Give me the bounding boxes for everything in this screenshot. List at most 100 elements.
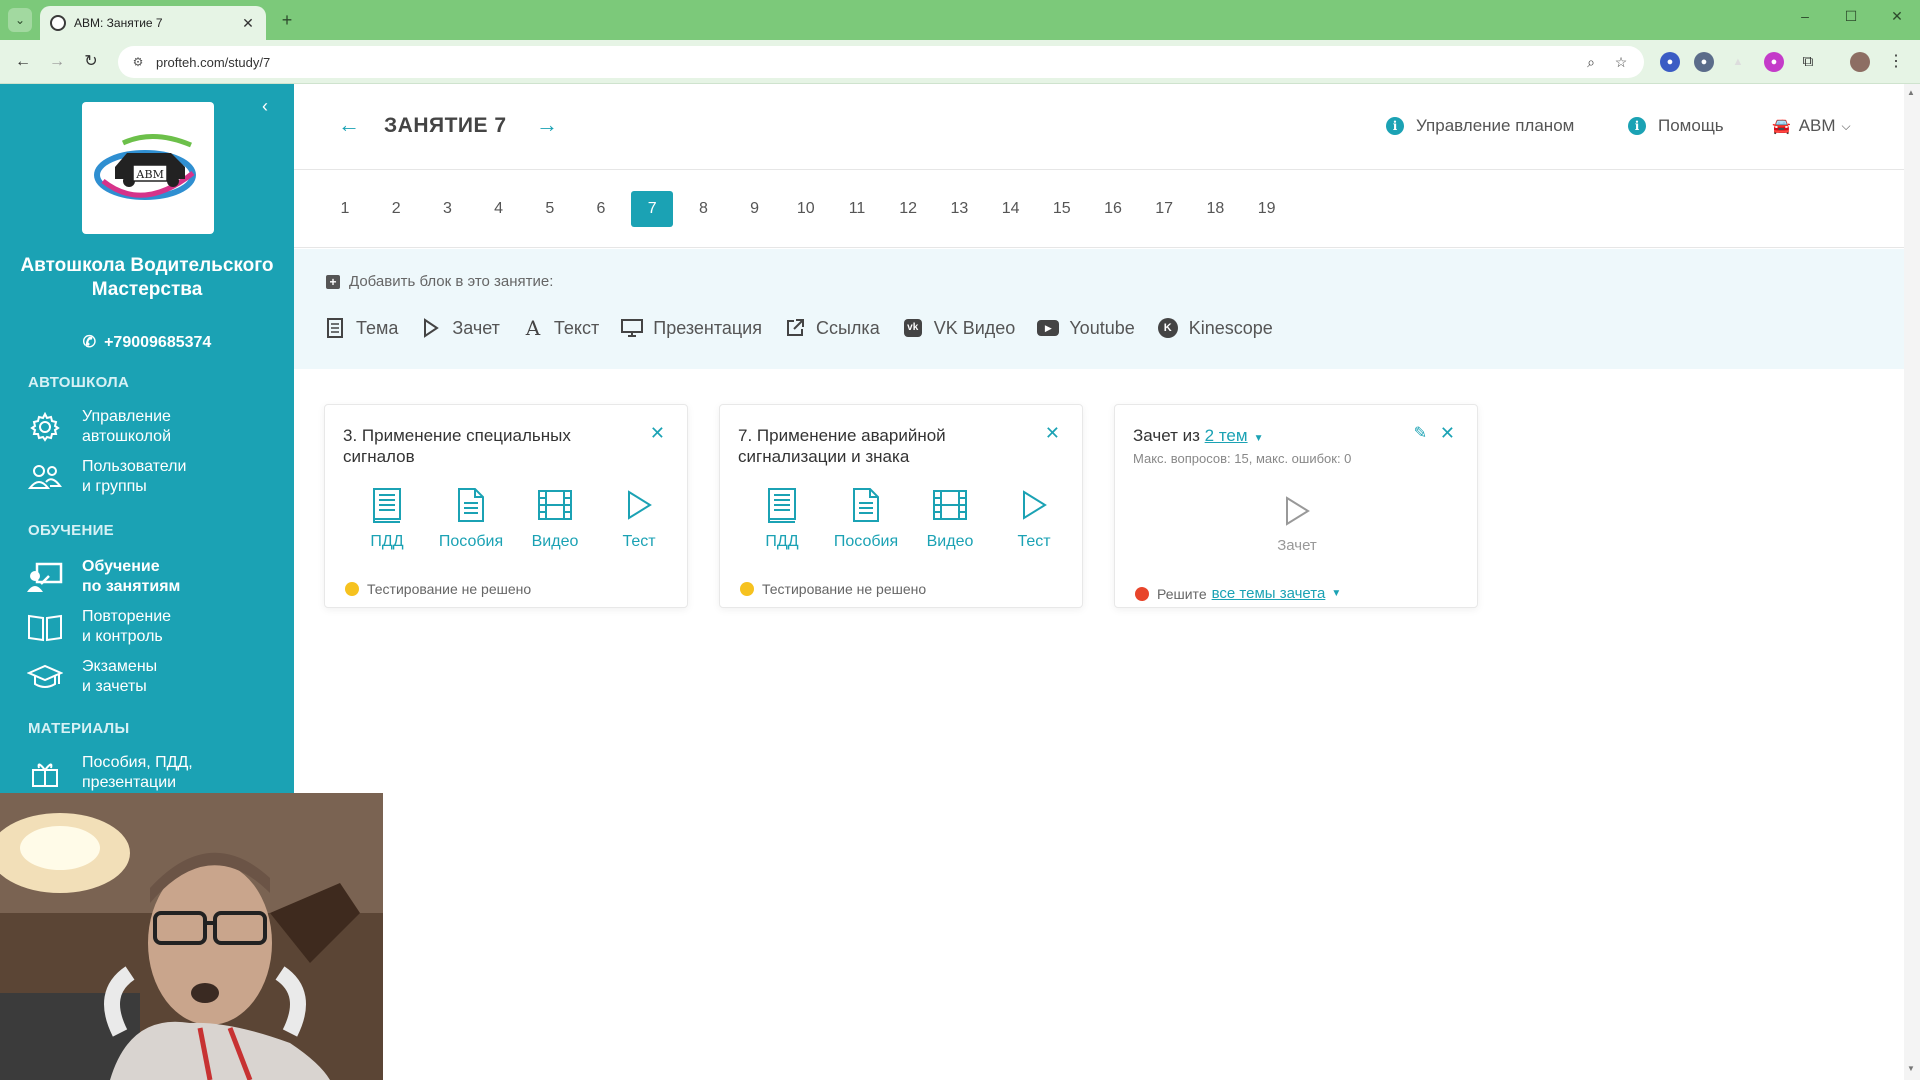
exam-title-prefix: Зачет из (1133, 426, 1200, 445)
lesson-number-11[interactable]: 11 (836, 191, 878, 227)
add-block-option-0[interactable]: Тема (324, 317, 398, 339)
all-exam-topics-link[interactable]: все темы зачета (1212, 585, 1326, 602)
add-block-option-5[interactable]: vk VK Видео (902, 317, 1016, 339)
add-block-option-6[interactable]: ▶ Youtube (1037, 317, 1135, 339)
add-block-option-label: VK Видео (933, 317, 1016, 338)
manage-plan-link[interactable]: i Управление планом (1386, 116, 1574, 136)
lesson-number-16[interactable]: 16 (1092, 191, 1134, 227)
manuals-button[interactable]: Пособия (824, 485, 908, 551)
video-button[interactable]: Видео (908, 485, 992, 551)
school-phone[interactable]: ✆ +79009685374 (20, 332, 274, 352)
add-block-option-1[interactable]: Зачет (420, 317, 500, 339)
status-text: Тестирование не решено (762, 581, 927, 597)
lesson-number-8[interactable]: 8 (682, 191, 724, 227)
section-title-materials: МАТЕРИАЛЫ (28, 720, 130, 737)
lesson-number-1[interactable]: 1 (324, 191, 366, 227)
profile-avatar[interactable] (1850, 52, 1870, 72)
test-button[interactable]: Тест (597, 485, 681, 551)
extension-globe-icon[interactable]: ● (1660, 52, 1680, 72)
sidebar-item-review[interactable]: Повторение и контроль (26, 604, 286, 650)
lesson-number-17[interactable]: 17 (1143, 191, 1185, 227)
exam-topics-link[interactable]: 2 тем (1205, 426, 1248, 445)
exam-start-button[interactable]: Зачет (1265, 491, 1329, 554)
close-window-button[interactable]: ✕ (1882, 8, 1912, 25)
sidebar-item-label: Управление автошколой (82, 408, 172, 445)
test-button[interactable]: Тест (992, 485, 1076, 551)
sidebar-item-school-management[interactable]: Управление автошколой (26, 404, 286, 450)
lesson-number-10[interactable]: 10 (785, 191, 827, 227)
add-block-option-3[interactable]: Презентация (621, 317, 762, 339)
pdd-button[interactable]: ПДД (740, 485, 824, 551)
card-title[interactable]: 3. Применение специальных сигналов (343, 425, 633, 467)
sidebar-item-exams[interactable]: Экзамены и зачеты (26, 654, 286, 700)
user-menu[interactable]: 🚘 АВМ ⌵ (1772, 116, 1851, 136)
close-icon[interactable]: ✕ (650, 423, 665, 444)
prev-lesson-arrow-icon[interactable]: ← (338, 112, 360, 138)
card-title[interactable]: 7. Применение аварийной сигнализации и з… (738, 425, 1028, 467)
extensions-puzzle-icon[interactable]: ⧉ (1798, 52, 1818, 72)
caret-down-icon[interactable]: ▼ (1254, 428, 1264, 449)
extension-shield-icon[interactable]: ● (1694, 52, 1714, 72)
extension-purple-icon[interactable]: ● (1764, 52, 1784, 72)
lesson-number-2[interactable]: 2 (375, 191, 417, 227)
play-icon (597, 485, 681, 525)
scroll-up-icon[interactable]: ▲ (1907, 88, 1915, 97)
sidebar-item-lessons[interactable]: Обучение по занятиям (26, 554, 286, 600)
main-content: ← ЗАНЯТИЕ 7 → i Управление планом i Помо… (294, 84, 1904, 1080)
bookmark-star-icon[interactable]: ☆ (1610, 54, 1632, 71)
phone-number[interactable]: +79009685374 (104, 334, 211, 351)
close-tab-icon[interactable]: ✕ (240, 15, 256, 32)
document-icon (324, 317, 346, 339)
back-icon[interactable]: ← (10, 50, 36, 74)
lesson-number-19[interactable]: 19 (1246, 191, 1288, 227)
next-lesson-arrow-icon[interactable]: → (536, 112, 558, 138)
maximize-window-button[interactable]: ☐ (1836, 8, 1866, 25)
address-bar[interactable]: ⚙ profteh.com/study/7 ⌕ ☆ (118, 46, 1644, 78)
caret-down-icon[interactable]: ▼ (1331, 588, 1341, 599)
url-text[interactable]: profteh.com/study/7 (156, 55, 1572, 70)
site-info-icon[interactable]: ⚙ (130, 54, 146, 70)
zoom-icon[interactable]: ⌕ (1580, 54, 1602, 71)
close-icon[interactable]: ✕ (1045, 423, 1060, 444)
browser-tab[interactable]: АВМ: Занятие 7 ✕ (40, 6, 266, 40)
lesson-number-4[interactable]: 4 (478, 191, 520, 227)
tab-search-button[interactable]: ⌄ (8, 8, 32, 32)
forward-icon[interactable]: → (44, 50, 70, 74)
close-icon[interactable]: ✕ (1440, 423, 1455, 444)
pdd-button[interactable]: ПДД (345, 485, 429, 551)
lesson-number-13[interactable]: 13 (938, 191, 980, 227)
car-logo-icon: АВМ (94, 133, 196, 200)
lesson-number-18[interactable]: 18 (1194, 191, 1236, 227)
video-button[interactable]: Видео (513, 485, 597, 551)
browser-titlebar: ⌄ АВМ: Занятие 7 ✕ + – ☐ ✕ (0, 0, 1920, 40)
lesson-number-7[interactable]: 7 (631, 191, 674, 227)
lesson-number-9[interactable]: 9 (734, 191, 776, 227)
sidebar-item-label: Повторение и контроль (82, 608, 172, 645)
lesson-number-15[interactable]: 15 (1041, 191, 1083, 227)
add-block-option-4[interactable]: Ссылка (784, 317, 880, 339)
extension-triangle-icon[interactable]: ▲ (1728, 52, 1748, 72)
manuals-button[interactable]: Пособия (429, 485, 513, 551)
new-tab-button[interactable]: + (276, 9, 298, 31)
browser-menu-icon[interactable]: ⋮ (1886, 52, 1906, 72)
collapse-sidebar-icon[interactable]: ‹ (262, 96, 268, 117)
vertical-scrollbar[interactable]: ▲ ▼ (1904, 84, 1920, 1080)
add-block-options: Тема Зачет A Текст Презентация Ссылка vk VK Вид… (324, 316, 1295, 340)
action-label: Тест (1017, 533, 1051, 550)
sidebar-item-users[interactable]: Пользователи и группы (26, 454, 286, 500)
minimize-window-button[interactable]: – (1790, 8, 1820, 24)
sidebar-item-materials[interactable]: Пособия, ПДД, презентации (26, 750, 286, 796)
webcam-overlay (0, 793, 383, 1080)
add-block-option-2[interactable]: A Текст (522, 316, 600, 340)
scroll-down-icon[interactable]: ▼ (1907, 1064, 1915, 1073)
pencil-icon[interactable]: ✎ (1414, 423, 1427, 443)
help-link[interactable]: i Помощь (1628, 116, 1724, 136)
lesson-number-6[interactable]: 6 (580, 191, 622, 227)
sidebar-item-label: Экзамены и зачеты (82, 658, 158, 695)
lesson-number-5[interactable]: 5 (529, 191, 571, 227)
lesson-number-3[interactable]: 3 (426, 191, 468, 227)
lesson-number-12[interactable]: 12 (887, 191, 929, 227)
lesson-number-14[interactable]: 14 (990, 191, 1032, 227)
add-block-option-7[interactable]: K Kinescope (1157, 317, 1273, 339)
reload-icon[interactable]: ↻ (78, 50, 104, 74)
